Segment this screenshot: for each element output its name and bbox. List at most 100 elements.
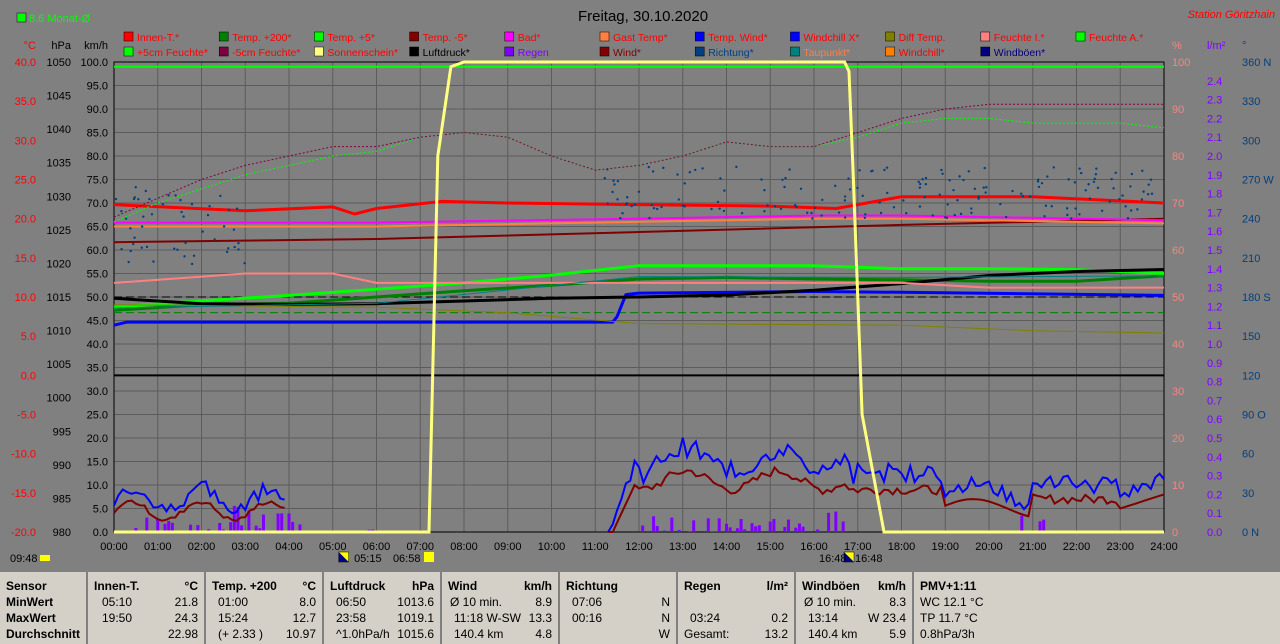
stat-regen-title: Regen bbox=[684, 579, 721, 593]
direction-point bbox=[180, 210, 183, 214]
stat-temp200-max-time: 15:24 bbox=[218, 611, 249, 625]
direction-point bbox=[225, 250, 229, 254]
direction-point bbox=[228, 208, 231, 211]
direction-point bbox=[140, 225, 144, 228]
direction-point bbox=[892, 206, 896, 209]
direction-point bbox=[783, 185, 786, 189]
legend-swatch-innen-t bbox=[123, 31, 134, 42]
rain-bar bbox=[677, 529, 681, 532]
direction-point bbox=[134, 185, 137, 189]
stat-luftdruck-unit: hPa bbox=[411, 579, 434, 593]
direction-point bbox=[127, 260, 130, 264]
direction-point bbox=[967, 170, 970, 173]
tick-label-pressure: 1000 bbox=[47, 393, 71, 405]
direction-point bbox=[120, 209, 123, 213]
direction-point bbox=[1129, 209, 1133, 212]
legend-swatch-temp-200 bbox=[218, 31, 229, 42]
direction-point bbox=[694, 168, 697, 172]
tick-label-rain: 0.7 bbox=[1207, 395, 1222, 407]
tick-label-temp: 20.0 bbox=[15, 214, 36, 226]
direction-point bbox=[114, 197, 118, 201]
direction-point bbox=[227, 247, 230, 250]
tick-label-temp: 35.0 bbox=[15, 96, 36, 108]
stat-richtung-max-time: 00:16 bbox=[572, 611, 603, 625]
x-tick-label: 09:00 bbox=[494, 541, 522, 553]
direction-point bbox=[1093, 177, 1096, 181]
legend-label-diff-temp: Diff Temp. bbox=[899, 32, 946, 44]
direction-point bbox=[233, 245, 236, 249]
direction-point bbox=[879, 211, 883, 215]
direction-point bbox=[232, 228, 236, 231]
stat-boeen-title: Windböen bbox=[802, 579, 860, 593]
direction-point bbox=[625, 202, 629, 205]
direction-point bbox=[190, 202, 194, 206]
legend-swatch-richtung bbox=[694, 46, 705, 57]
direction-point bbox=[1065, 207, 1069, 210]
stat-temp200-min-time: 01:00 bbox=[218, 595, 249, 609]
direction-point bbox=[1043, 215, 1046, 218]
rain-bar bbox=[145, 517, 149, 532]
tick-label-temp: -5.0 bbox=[17, 410, 36, 422]
legend-label-richtung: Richtung* bbox=[708, 47, 754, 59]
stat-boeen-avg-value: 5.9 bbox=[889, 627, 906, 641]
tick-label-pressure: 1020 bbox=[47, 258, 71, 270]
direction-point bbox=[810, 211, 813, 215]
x-tick-label: 17:00 bbox=[844, 541, 872, 553]
tick-label-rain: 0.8 bbox=[1207, 377, 1222, 389]
direction-point bbox=[1088, 197, 1092, 200]
rain-bar bbox=[743, 529, 747, 532]
x-tick-label: 01:00 bbox=[144, 541, 172, 553]
direction-point bbox=[174, 194, 177, 197]
rain-bar bbox=[1038, 521, 1042, 532]
stat-wind-title: Wind bbox=[448, 579, 478, 593]
direction-point bbox=[861, 194, 864, 198]
tick-label-rain: 1.7 bbox=[1207, 207, 1222, 219]
direction-point bbox=[905, 212, 908, 215]
direction-point bbox=[129, 249, 132, 253]
legend-swatch-diff-temp bbox=[885, 31, 895, 42]
direction-point bbox=[208, 204, 211, 208]
rain-bar bbox=[276, 513, 280, 532]
direction-point bbox=[222, 225, 226, 228]
direction-point bbox=[192, 254, 196, 257]
tick-label-temp: -20.0 bbox=[11, 527, 36, 539]
direction-point bbox=[167, 194, 170, 197]
twilight-morning-icon bbox=[424, 552, 434, 562]
tick-label-temp: 40.0 bbox=[15, 57, 36, 69]
legend-label-innen-t: Innen-T.* bbox=[137, 32, 179, 44]
tick-label-pressure: 1045 bbox=[47, 91, 71, 103]
direction-point bbox=[676, 173, 679, 176]
direction-point bbox=[843, 195, 847, 198]
tick-label-humidity: 100 bbox=[1172, 57, 1190, 69]
rain-bar bbox=[706, 518, 710, 532]
rain-bar bbox=[717, 518, 721, 532]
direction-point bbox=[959, 212, 963, 216]
tick-label-humidity: 30 bbox=[1172, 386, 1184, 398]
stat-temp200-avg-note: (+ 2.33 ) bbox=[218, 627, 264, 641]
legend-label-feuchte-i: Feuchte I.* bbox=[994, 32, 1045, 44]
direction-point bbox=[982, 186, 985, 189]
stat-innen-min-time: 05:10 bbox=[102, 595, 133, 609]
direction-point bbox=[179, 198, 182, 202]
direction-point bbox=[142, 215, 145, 218]
rain-bar bbox=[827, 512, 831, 532]
rain-bar bbox=[156, 519, 160, 532]
rain-bar bbox=[768, 521, 772, 532]
direction-point bbox=[948, 179, 951, 182]
stat-innen-max-time: 19:50 bbox=[102, 611, 133, 625]
direction-point bbox=[1130, 172, 1134, 176]
tick-label-direction: 30 bbox=[1242, 488, 1254, 500]
rain-bar bbox=[816, 529, 820, 532]
stat-wind-max-value: 13.3 bbox=[528, 611, 552, 625]
direction-point bbox=[1147, 183, 1150, 186]
tick-label-wind: 0.0 bbox=[93, 527, 108, 539]
legend-label-taupunkt: Taupunkt* bbox=[803, 47, 850, 59]
stat-luftdruck-avg-note: ^1.0hPa/h bbox=[336, 627, 390, 641]
direction-point bbox=[637, 190, 641, 193]
tick-label-pressure: 985 bbox=[53, 493, 71, 505]
direction-point bbox=[235, 207, 239, 210]
direction-point bbox=[182, 215, 185, 218]
stat-max-label: MaxWert bbox=[6, 611, 56, 625]
direction-point bbox=[820, 214, 823, 217]
direction-point bbox=[923, 196, 927, 199]
